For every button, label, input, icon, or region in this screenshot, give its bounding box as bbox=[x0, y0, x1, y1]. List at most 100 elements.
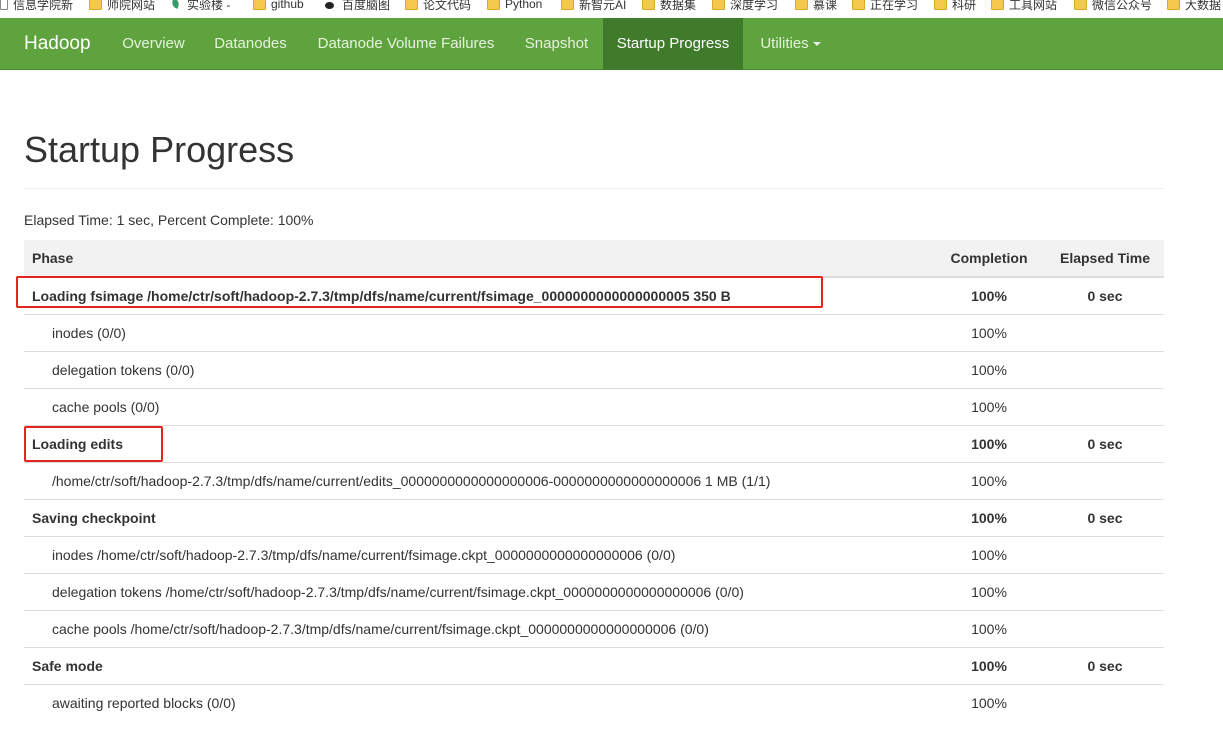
phase-row: Saving checkpoint 100% 0 sec bbox=[24, 498, 1164, 536]
completion-cell: 100% bbox=[932, 313, 1046, 351]
completion-cell: 100% bbox=[932, 646, 1046, 684]
bookmark-item[interactable]: 微信公众号 bbox=[1074, 0, 1152, 13]
header-phase: Phase bbox=[24, 240, 932, 278]
bookmark-label: 实验楼 - bbox=[187, 0, 231, 12]
step-name: cache pools /home/ctr/soft/hadoop-2.7.3/… bbox=[24, 609, 932, 647]
bookmark-label: 深度学习 bbox=[730, 0, 779, 12]
brand-logo[interactable]: Hadoop bbox=[24, 18, 91, 70]
folder-icon bbox=[991, 0, 1004, 10]
title-divider bbox=[24, 188, 1164, 189]
step-row: awaiting reported blocks (0/0) 100% bbox=[24, 683, 1164, 721]
elapsed-cell bbox=[1046, 572, 1164, 610]
bookmark-item[interactable]: 慕课 bbox=[795, 0, 837, 13]
bookmark-item[interactable]: 信息学院新 bbox=[0, 0, 73, 13]
paw-icon bbox=[323, 0, 337, 10]
step-name: awaiting reported blocks (0/0) bbox=[24, 683, 932, 721]
phase-name: Saving checkpoint bbox=[24, 498, 932, 536]
box-icon bbox=[0, 0, 8, 10]
elapsed-cell: 0 sec bbox=[1046, 646, 1164, 684]
elapsed-label: Elapsed Time: bbox=[24, 212, 113, 228]
bookmark-item[interactable]: 大数据 bbox=[1167, 0, 1221, 13]
nav-utilities[interactable]: Utilities bbox=[743, 18, 838, 70]
elapsed-cell bbox=[1046, 313, 1164, 351]
bookmark-label: 工具网站 bbox=[1009, 0, 1058, 12]
elapsed-cell: 0 sec bbox=[1046, 424, 1164, 462]
elapsed-cell bbox=[1046, 350, 1164, 388]
phase-row: Loading fsimage /home/ctr/soft/hadoop-2.… bbox=[24, 276, 1164, 314]
nav-startup-progress[interactable]: Startup Progress bbox=[603, 18, 743, 70]
step-name: inodes /home/ctr/soft/hadoop-2.7.3/tmp/d… bbox=[24, 535, 932, 573]
step-name: /home/ctr/soft/hadoop-2.7.3/tmp/dfs/name… bbox=[24, 461, 932, 499]
elapsed-cell bbox=[1046, 461, 1164, 499]
bookmark-item[interactable]: 科研 bbox=[934, 0, 976, 13]
bookmark-item[interactable]: 正在学习 bbox=[852, 0, 918, 13]
completion-cell: 100% bbox=[932, 424, 1046, 462]
bookmarks-bar: 信息学院新 师院网站 实验楼 - github 百度脑图 论文代码 Python… bbox=[0, 0, 1223, 18]
step-row: inodes (0/0) 100% bbox=[24, 313, 1164, 351]
bookmark-item[interactable]: Python bbox=[487, 0, 542, 13]
header-elapsed-time: Elapsed Time bbox=[1046, 240, 1164, 278]
step-row: inodes /home/ctr/soft/hadoop-2.7.3/tmp/d… bbox=[24, 535, 1164, 573]
bookmark-label: 慕课 bbox=[813, 0, 838, 12]
step-row: /home/ctr/soft/hadoop-2.7.3/tmp/dfs/name… bbox=[24, 461, 1164, 499]
phase-row: Safe mode 100% 0 sec bbox=[24, 646, 1164, 684]
bookmark-label: Python bbox=[505, 0, 543, 11]
bookmark-item[interactable]: 工具网站 bbox=[991, 0, 1057, 13]
completion-cell: 100% bbox=[932, 572, 1046, 610]
completion-cell: 100% bbox=[932, 276, 1046, 314]
bookmark-label: 正在学习 bbox=[870, 0, 919, 12]
folder-icon bbox=[712, 0, 725, 10]
top-navbar: Hadoop Overview Datanodes Datanode Volum… bbox=[0, 18, 1223, 70]
bookmark-item[interactable]: 新智元AI bbox=[561, 0, 626, 13]
bookmark-item[interactable]: 实验楼 - bbox=[172, 0, 230, 13]
folder-icon bbox=[561, 0, 574, 10]
bookmark-label: 新智元AI bbox=[579, 0, 627, 12]
bookmark-label: 科研 bbox=[952, 0, 977, 12]
bookmark-label: 师院网站 bbox=[107, 0, 156, 12]
bookmark-label: github bbox=[271, 0, 304, 11]
bookmark-label: 微信公众号 bbox=[1092, 0, 1153, 12]
bookmark-item[interactable]: 论文代码 bbox=[405, 0, 471, 13]
completion-cell: 100% bbox=[932, 387, 1046, 425]
folder-icon bbox=[934, 0, 947, 10]
bookmark-label: 论文代码 bbox=[423, 0, 472, 12]
elapsed-cell: 0 sec bbox=[1046, 276, 1164, 314]
folder-icon bbox=[405, 0, 418, 10]
folder-icon bbox=[1167, 0, 1180, 10]
bookmark-label: 信息学院新 bbox=[13, 0, 74, 12]
nav-utilities-label: Utilities bbox=[760, 35, 809, 52]
completion-cell: 100% bbox=[932, 535, 1046, 573]
step-name: delegation tokens (0/0) bbox=[24, 350, 932, 388]
bookmark-item[interactable]: 深度学习 bbox=[712, 0, 778, 13]
step-row: delegation tokens (0/0) 100% bbox=[24, 350, 1164, 388]
bookmark-label: 百度脑图 bbox=[342, 0, 391, 12]
bookmark-item[interactable]: 百度脑图 bbox=[323, 0, 390, 13]
nav-overview[interactable]: Overview bbox=[108, 18, 199, 70]
startup-progress-table: Phase Completion Elapsed Time Loading fs… bbox=[24, 240, 1164, 721]
leaf-icon bbox=[172, 0, 182, 10]
elapsed-cell bbox=[1046, 387, 1164, 425]
bookmark-item[interactable]: 师院网站 bbox=[89, 0, 155, 13]
folder-icon bbox=[642, 0, 655, 10]
nav-datanodes[interactable]: Datanodes bbox=[199, 18, 302, 70]
folder-icon bbox=[795, 0, 808, 10]
folder-icon bbox=[89, 0, 102, 10]
bookmark-item[interactable]: github bbox=[253, 0, 304, 13]
nav-snapshot[interactable]: Snapshot bbox=[510, 18, 603, 70]
elapsed-cell bbox=[1046, 609, 1164, 647]
step-name: cache pools (0/0) bbox=[24, 387, 932, 425]
percent-value: 100% bbox=[277, 212, 314, 228]
nav-datanode-volume-failures[interactable]: Datanode Volume Failures bbox=[302, 18, 510, 70]
elapsed-cell bbox=[1046, 683, 1164, 721]
table-header-row: Phase Completion Elapsed Time bbox=[24, 240, 1164, 278]
completion-cell: 100% bbox=[932, 461, 1046, 499]
folder-icon bbox=[253, 0, 266, 10]
step-name: delegation tokens /home/ctr/soft/hadoop-… bbox=[24, 572, 932, 610]
phase-name: Loading edits bbox=[24, 424, 932, 462]
bookmark-label: 数据集 bbox=[660, 0, 697, 12]
phase-name: Loading fsimage /home/ctr/soft/hadoop-2.… bbox=[24, 276, 932, 314]
bookmark-item[interactable]: 数据集 bbox=[642, 0, 696, 13]
folder-icon bbox=[852, 0, 865, 10]
completion-cell: 100% bbox=[932, 498, 1046, 536]
elapsed-value: 1 sec bbox=[116, 212, 151, 228]
